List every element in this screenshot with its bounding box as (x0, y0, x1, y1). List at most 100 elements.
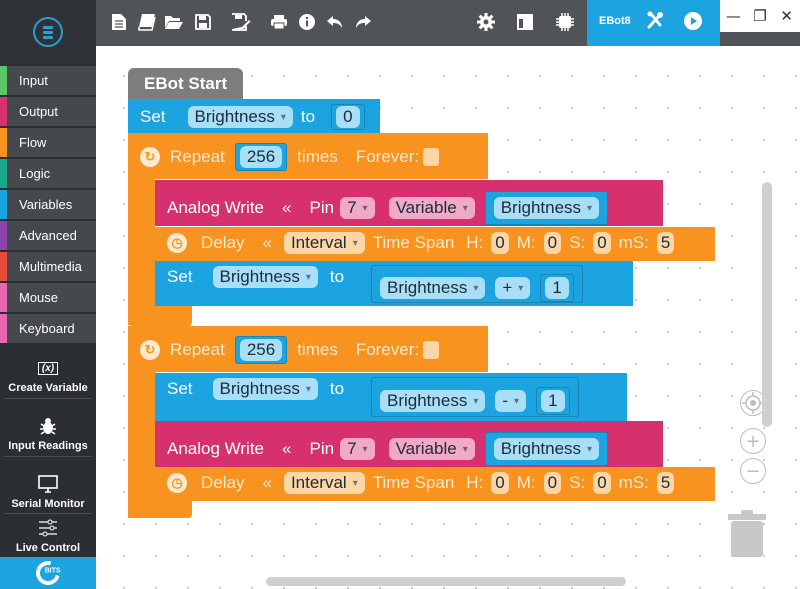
operand-dropdown[interactable]: Brightness (380, 390, 486, 412)
collapse-arrow-icon[interactable]: « (282, 198, 291, 218)
mode-dropdown[interactable]: Variable (388, 197, 475, 219)
value-input[interactable]: 0 (336, 106, 360, 128)
category-input[interactable]: Input (0, 66, 96, 95)
category-logic[interactable]: Logic (0, 159, 96, 188)
repeat-block-2-arm (128, 372, 155, 518)
variable-dropdown[interactable]: Brightness (212, 266, 318, 288)
variable-icon: (x) (37, 358, 59, 378)
category-color-strip (0, 190, 7, 219)
category-advanced[interactable]: Advanced (0, 221, 96, 250)
zoom-in-button[interactable]: + (740, 428, 766, 454)
analog-write-block-1[interactable]: Analog Write « Pin 7 Variable Brightness (155, 180, 663, 226)
minimize-button[interactable]: — (722, 7, 744, 25)
value-input[interactable]: 1 (541, 390, 565, 412)
milliseconds-input[interactable]: 5 (656, 472, 675, 494)
category-label: Mouse (19, 290, 59, 305)
variable-dropdown[interactable]: Brightness (493, 197, 600, 219)
minutes-input[interactable]: 0 (543, 232, 562, 254)
math-expression: Brightness + 1 (371, 265, 583, 303)
value-input[interactable]: 1 (545, 277, 569, 299)
new-file-icon[interactable] (108, 12, 130, 32)
zoom-out-button[interactable]: − (740, 458, 766, 484)
set-variable-block[interactable]: Set Brightness to 0 (128, 99, 380, 133)
delay-block-1[interactable]: ◷ Delay « Interval Time Span H: 0 M: 0 S… (155, 227, 715, 261)
time-span-label: Time Span (372, 233, 455, 252)
category-keyboard[interactable]: Keyboard (0, 314, 96, 343)
set-keyword: Set (167, 267, 193, 286)
operator-dropdown[interactable]: - (495, 390, 527, 412)
minutes-input[interactable]: 0 (543, 472, 562, 494)
delay-mode-dropdown[interactable]: Interval (283, 472, 365, 494)
chip-icon[interactable] (554, 12, 576, 32)
category-list: Input Output Flow Logic Variables Advanced Mul… (0, 66, 96, 345)
open-book-icon[interactable] (136, 12, 158, 32)
category-output[interactable]: Output (0, 97, 96, 126)
hours-label: H: (466, 233, 484, 252)
save-as-icon[interactable] (230, 12, 252, 32)
live-control-button[interactable]: Live Control (0, 502, 96, 558)
restore-button[interactable]: ❐ (749, 7, 771, 25)
seconds-input[interactable]: 0 (593, 232, 611, 254)
hours-input[interactable]: 0 (491, 232, 509, 254)
collapse-arrow-icon[interactable]: « (262, 233, 271, 253)
milliseconds-input[interactable]: 5 (656, 232, 675, 254)
save-icon[interactable] (192, 12, 214, 32)
variable-dropdown[interactable]: Brightness (187, 106, 293, 128)
variable-dropdown[interactable]: Brightness (493, 438, 600, 460)
repeat-count-input[interactable]: 256 (239, 339, 283, 361)
settings-gear-icon[interactable] (475, 12, 497, 32)
clock-icon: ◷ (167, 473, 187, 493)
milliseconds-label: mS: (618, 473, 649, 492)
forever-checkbox[interactable] (423, 341, 440, 359)
create-variable-button[interactable]: (x) Create Variable (0, 342, 96, 398)
undo-icon[interactable] (324, 12, 346, 32)
variable-dropdown[interactable]: Brightness (212, 378, 318, 400)
trash-icon[interactable] (728, 510, 766, 558)
robot-name[interactable]: EBot8 (599, 15, 631, 27)
ebot-start-block[interactable]: EBot Start (128, 68, 243, 102)
delay-block-2[interactable]: ◷ Delay « Interval Time Span H: 0 M: 0 S… (155, 467, 715, 501)
horizontal-scrollbar[interactable] (266, 577, 626, 586)
pin-dropdown[interactable]: 7 (340, 197, 375, 219)
forever-label: Forever: (355, 147, 420, 166)
pin-dropdown[interactable]: 7 (340, 438, 375, 460)
forever-checkbox[interactable] (423, 148, 440, 166)
play-icon[interactable] (682, 10, 704, 32)
repeat-count-input[interactable]: 256 (239, 146, 283, 168)
category-mouse[interactable]: Mouse (0, 283, 96, 312)
category-label: Output (19, 104, 59, 119)
redo-icon[interactable] (352, 12, 374, 32)
hours-input[interactable]: 0 (491, 472, 509, 494)
category-multimedia[interactable]: Multimedia (0, 252, 96, 281)
vertical-scrollbar[interactable] (762, 182, 772, 427)
loop-icon: ↻ (140, 147, 160, 167)
print-icon[interactable] (268, 12, 290, 32)
collapse-arrow-icon[interactable]: « (262, 473, 271, 493)
category-label: Multimedia (19, 259, 82, 274)
category-color-strip (0, 66, 7, 95)
repeat-block-1[interactable]: ↻ Repeat 256 times Forever: (128, 133, 488, 179)
layout-icon[interactable] (514, 12, 536, 32)
operator-dropdown[interactable]: + (495, 277, 531, 299)
collapse-arrow-icon[interactable]: « (282, 439, 291, 459)
repeat-block-2[interactable]: ↻ Repeat 256 times Forever: (128, 326, 488, 372)
info-icon[interactable] (296, 12, 318, 32)
analog-write-block-2[interactable]: Analog Write « Pin 7 Variable Brightness (155, 421, 663, 467)
sliders-icon (37, 518, 59, 538)
set-variable-block[interactable]: Set Brightness to Brightness + 1 (155, 261, 633, 306)
set-variable-block[interactable]: Set Brightness to Brightness - 1 (155, 373, 627, 421)
category-variables[interactable]: Variables (0, 190, 96, 219)
mode-dropdown[interactable]: Variable (388, 438, 475, 460)
category-flow[interactable]: Flow (0, 128, 96, 157)
monitor-icon (37, 474, 59, 494)
seconds-label: S: (569, 473, 586, 492)
analog-write-keyword: Analog Write (167, 198, 265, 217)
close-button[interactable]: ✕ (776, 7, 798, 25)
operand-dropdown[interactable]: Brightness (380, 277, 486, 299)
tools-icon[interactable] (645, 10, 667, 30)
open-folder-icon[interactable] (163, 12, 185, 32)
delay-mode-dropdown[interactable]: Interval (283, 232, 365, 254)
seconds-input[interactable]: 0 (593, 472, 611, 494)
category-color-strip (0, 97, 7, 126)
input-readings-button[interactable]: Input Readings (0, 400, 96, 456)
